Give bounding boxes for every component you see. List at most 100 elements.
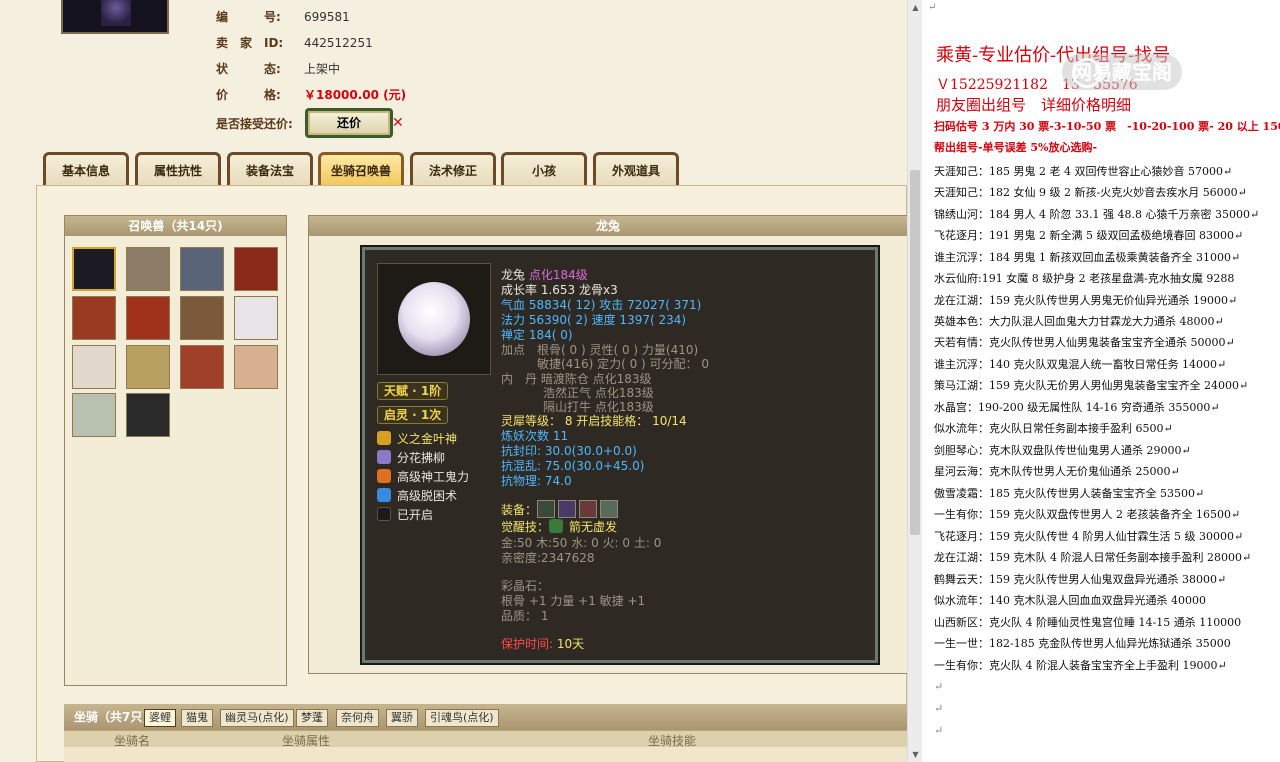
- mount-tab[interactable]: 幽灵马(点化): [220, 709, 294, 727]
- listing-line: 锦绣山河：184 男人 4 阶忽 33.1 强 48.8 心猿千万亲密 3500…: [934, 208, 1260, 221]
- info-seller-row: 卖 家 ID: 442512251: [216, 36, 373, 50]
- skill-icon: [377, 431, 391, 445]
- tab-mounts-summons[interactable]: 坐骑召唤兽: [318, 152, 404, 185]
- talent-badge[interactable]: 天赋 · 1阶: [377, 382, 449, 400]
- listing-line: 傲雪凌霜：185 克火队传世男人装备宝宝齐全 53500↵: [934, 487, 1205, 500]
- summon-slot[interactable]: [180, 296, 224, 340]
- listing-line: 谁主沉浮：140 克火队双鬼混人统一畜牧日常任务 14000↵: [934, 358, 1227, 371]
- skill-item[interactable]: 高级脱困术: [377, 487, 457, 504]
- info-price-row: 价 格: ￥18000.00 (元): [216, 88, 407, 102]
- summon-slot[interactable]: [72, 345, 116, 389]
- listing-line: ↵: [934, 702, 944, 715]
- listing-line: 山西新区：克火队 4 阶睡仙灵性鬼宫位睡 14-15 通杀 110000: [934, 616, 1242, 629]
- listing-line: 一生有你：克火队 4 阶混人装备宝宝齐全上手盈利 19000↵: [934, 659, 1227, 672]
- info-counter-row: 是否接受还价:: [216, 117, 293, 131]
- skill-item[interactable]: 高级神工鬼力: [377, 468, 469, 485]
- listing-line: ↵: [934, 724, 944, 737]
- listing-line: 英雄本色：大力队混人回血鬼大力甘霖龙大力通杀 48000↵: [934, 315, 1224, 328]
- close-icon[interactable]: ✕: [392, 115, 404, 131]
- skill-item[interactable]: 义之金叶神: [377, 430, 457, 447]
- summon-detail-panel: 龙兔 点化184级 成长率 1.653 龙骨x3 气血 58834( 12) 攻…: [362, 247, 878, 663]
- summon-slot[interactable]: [234, 345, 278, 389]
- equipment-slot-icon[interactable]: [558, 500, 577, 518]
- character-thumbnail[interactable]: [61, 0, 169, 34]
- equipment-slot-icon[interactable]: [537, 500, 556, 518]
- skill-icon: [377, 469, 391, 483]
- info-id-row: 编 号: 699581: [216, 10, 350, 24]
- summon-slot[interactable]: [234, 296, 278, 340]
- listing-line: 水晶宫：190-200 级无属性队 14-16 穷奇通杀 355000↵: [934, 401, 1220, 414]
- paragraph-mark-icon: ↵: [928, 2, 937, 13]
- mount-table-header: [64, 731, 907, 747]
- tab-child[interactable]: 小孩: [501, 152, 587, 185]
- info-status-row: 状 态: 上架中: [216, 62, 341, 76]
- equipment-slot-icon[interactable]: [600, 500, 619, 518]
- listing-line: 龙在江湖：159 克木队 4 阶混人日常任务副本接手盈利 28000↵: [934, 551, 1252, 564]
- equipment-slot-icon[interactable]: [579, 500, 598, 518]
- mount-tab[interactable]: 婆鲤: [144, 709, 176, 727]
- listing-line: 策马江湖：159 克火队无价男人男仙男鬼装备宝宝齐全 24000↵: [934, 379, 1249, 392]
- mount-tab[interactable]: 引魂鸟(点化): [425, 709, 499, 727]
- arrow-skill-icon: [549, 519, 564, 533]
- listing-line: 似水流年：140 克木队混人回血血双盘异光通杀 40000: [934, 594, 1206, 607]
- scrollbar-thumb[interactable]: [910, 170, 920, 535]
- listing-line: 飞花逐月：159 克火队传世 4 阶男人仙甘霖生活 5 级 30000↵: [934, 530, 1244, 543]
- summon-slot[interactable]: [126, 296, 170, 340]
- listing-line: 一生有你：159 克火队双盘传世男人 2 老孩装备齐全 16500↵: [934, 508, 1241, 521]
- mount-tab[interactable]: 翼骄: [386, 709, 418, 727]
- listing-line: ↵: [934, 680, 944, 693]
- summon-portrait: [377, 263, 491, 375]
- summon-slot[interactable]: [72, 296, 116, 340]
- summon-slot[interactable]: [72, 247, 116, 291]
- listing-line: 天涯知己：182 女仙 9 级 2 新孩-火克火妙音去疾水月 56000↵: [934, 186, 1247, 199]
- summon-slot[interactable]: [180, 345, 224, 389]
- listing-line: 鹤舞云天：159 克火队传世男人仙鬼双盘异光通杀 38000↵: [934, 573, 1227, 586]
- tab-attributes[interactable]: 属性抗性: [135, 152, 221, 185]
- summon-slot[interactable]: [126, 345, 170, 389]
- listing-line: 似水流年：克火队日常任务副本接手盈利 6500↵: [934, 422, 1173, 435]
- doc-subtitle: 朋友圈出组号 详细价格明细: [936, 96, 1132, 114]
- summon-slot[interactable]: [126, 393, 170, 437]
- scroll-up-icon[interactable]: ▲: [908, 0, 923, 15]
- skill-icon: [377, 507, 391, 521]
- mount-tab[interactable]: 梦蓬: [296, 709, 328, 727]
- vertical-scrollbar[interactable]: ▲ ▼: [907, 0, 922, 762]
- listing-line: 龙在江湖：159 克火队传世男人男鬼无价仙异光通杀 19000↵: [934, 294, 1238, 307]
- watermark-circle-icon: [1072, 58, 1102, 88]
- skill-item[interactable]: 分花拂柳: [377, 449, 445, 466]
- tab-appearance[interactable]: 外观道具: [593, 152, 679, 185]
- listing-line: 天若有情：克火队传世男人仙男鬼装备宝宝齐全通杀 50000↵: [934, 336, 1235, 349]
- tab-equipment[interactable]: 装备法宝: [227, 152, 313, 185]
- skill-icon: [377, 488, 391, 502]
- skill-icon: [377, 450, 391, 464]
- tab-spell-correction[interactable]: 法术修正: [410, 152, 496, 185]
- summon-slot[interactable]: [180, 247, 224, 291]
- price-list-document: ↵ 乘黄-专业估价-代出组号-找号 Ｖ15225921182 13···5557…: [922, 0, 1280, 762]
- mount-tab[interactable]: 猫鬼: [181, 709, 213, 727]
- summon-slot[interactable]: [234, 247, 278, 291]
- skill-item[interactable]: 已开启: [377, 506, 433, 523]
- intimacy-row: 亲密度:2347628: [501, 551, 595, 565]
- doc-promo-2: 帮出组号-单号误差 5%放心选购-: [934, 141, 1098, 154]
- tab-basic-info[interactable]: 基本信息: [43, 152, 129, 185]
- equipment-row: 装备：: [501, 500, 621, 518]
- quality-row: 品质： 1: [501, 609, 549, 623]
- mount-tab[interactable]: 奈何舟: [336, 709, 379, 727]
- counter-offer-button[interactable]: 还价: [305, 108, 393, 138]
- listing-line: 天涯知己：185 男鬼 2 老 4 双回传世容止心猿妙音 57000↵: [934, 165, 1233, 178]
- awaken-badge[interactable]: 启灵 · 1次: [377, 406, 449, 424]
- listing-line: 一生一世：182-185 克金队传世男人仙异光炼狱通杀 35000: [934, 637, 1231, 650]
- summon-slot[interactable]: [126, 247, 170, 291]
- listing-line: 剑胆琴心：克木队双盘队传世仙鬼男人通杀 29000↵: [934, 444, 1191, 457]
- juexing-row: 觉醒技： 箭无虚发: [501, 519, 618, 534]
- listing-page: 编 号: 699581 卖 家 ID: 442512251 状 态: 上架中 价 格:…: [0, 0, 907, 762]
- listing-line: 飞花逐月：191 男鬼 2 新全满 5 级双回孟极绝境春回 83000↵: [934, 229, 1244, 242]
- summon-detail-title: 龙兔: [309, 216, 907, 236]
- listing-line: 谁主沉浮：184 男鬼 1 新孩双回血孟极乘黄装备齐全 31000↵: [934, 251, 1241, 264]
- summon-list-title: 召唤兽（共14只): [65, 216, 286, 236]
- listing-line: 星河云海：克木队传世男人无价鬼仙通杀 25000↵: [934, 465, 1180, 478]
- resist-physical-row: 抗物理: 74.0: [501, 474, 572, 488]
- scroll-down-icon[interactable]: ▼: [908, 747, 923, 762]
- summon-slot[interactable]: [72, 393, 116, 437]
- mount-col-name: 坐骑名: [114, 734, 151, 748]
